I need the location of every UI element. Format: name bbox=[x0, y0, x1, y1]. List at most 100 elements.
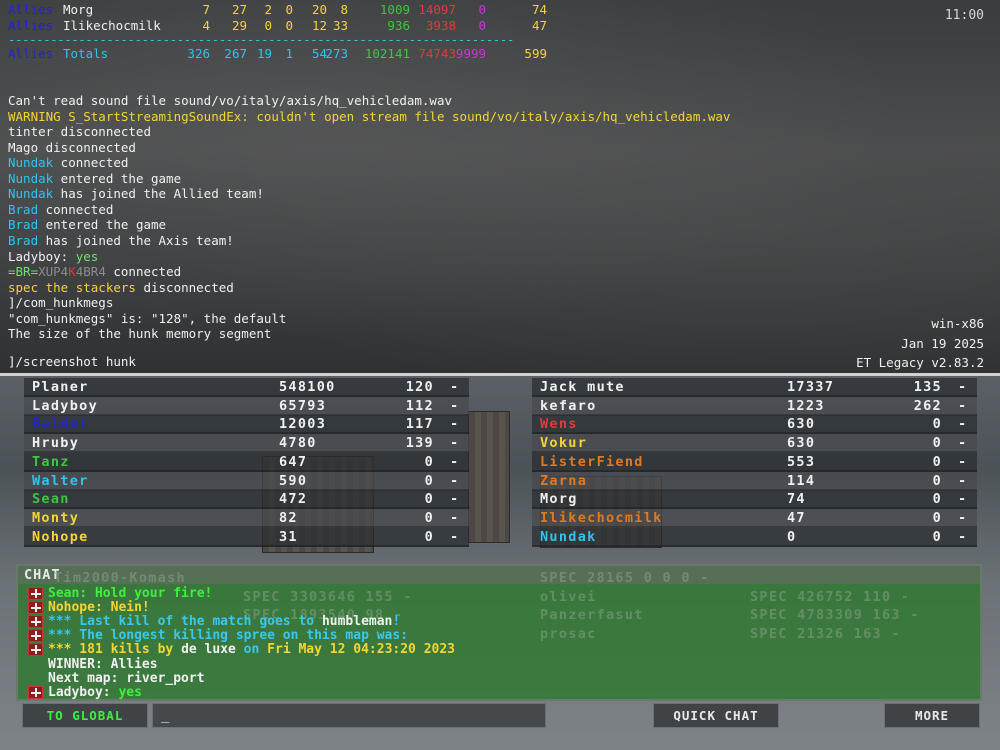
player-status: - bbox=[958, 453, 968, 470]
scoreboard-row[interactable]: Sean 472 0- bbox=[24, 490, 469, 510]
scoreboard-row[interactable]: Tanz 647 0- bbox=[24, 452, 469, 472]
player-score: 1223 bbox=[787, 397, 825, 414]
spectator-ghost-text: Tim2000-Komash bbox=[54, 570, 186, 586]
chat-message: Sean: Hold your fire! bbox=[28, 587, 928, 601]
player-name: Sean bbox=[32, 491, 70, 508]
player-status: - bbox=[958, 416, 968, 433]
scoreboard-row[interactable]: Zarna 114 0- bbox=[532, 471, 977, 491]
player-time: 0 bbox=[424, 453, 434, 470]
stat-cell: 74 bbox=[531, 2, 547, 17]
stat-cell: 0 bbox=[478, 17, 486, 33]
player-score: 17337 bbox=[787, 379, 835, 395]
stat-cell: 267 bbox=[224, 46, 247, 61]
player-name: Ladyboy bbox=[32, 397, 98, 414]
player-score: 65793 bbox=[279, 397, 327, 414]
team-label: Allies bbox=[8, 17, 54, 33]
to-global-button[interactable]: TO GLOBAL bbox=[22, 703, 148, 728]
stat-cell: 1009 bbox=[379, 2, 410, 17]
player-status: - bbox=[450, 379, 460, 395]
player-score: 74 bbox=[787, 491, 806, 508]
player-status: - bbox=[958, 435, 968, 452]
player-score: 590 bbox=[279, 472, 308, 489]
axis-team-icon bbox=[28, 587, 43, 600]
chat-input[interactable]: _ bbox=[152, 703, 546, 728]
player-time: 0 bbox=[932, 435, 942, 452]
scoreboard-row[interactable]: Jack mute 17337 135- bbox=[532, 378, 977, 397]
stat-cell: 0 bbox=[285, 17, 293, 33]
team-label: Allies bbox=[8, 46, 54, 61]
console-line: Brad entered the game bbox=[8, 217, 167, 233]
chat-input-bar: TO GLOBAL _ QUICK CHAT MORE bbox=[16, 701, 982, 731]
player-status: - bbox=[450, 528, 460, 545]
stat-cell: 4 bbox=[202, 17, 210, 33]
player-name: Balder bbox=[32, 416, 89, 433]
team-label: Allies bbox=[8, 2, 54, 17]
player-name: Walter bbox=[32, 472, 89, 489]
player-name: Ilikechocmilk bbox=[540, 509, 663, 526]
version-os: win-x86 bbox=[931, 316, 984, 331]
stat-cell: 0 bbox=[264, 17, 272, 33]
scoreboard-row[interactable]: Monty 82 0- bbox=[24, 508, 469, 528]
scoreboard-row[interactable]: Wens 630 0- bbox=[532, 415, 977, 435]
console-line: Nundak entered the game bbox=[8, 170, 182, 186]
player-status: - bbox=[958, 509, 968, 526]
player-time: 0 bbox=[932, 416, 942, 433]
stat-cell: 1 bbox=[285, 46, 293, 61]
stat-cell: 0 bbox=[285, 2, 293, 17]
console-line: The size of the hunk memory segment bbox=[8, 326, 272, 342]
scoreboard-row[interactable]: Ilikechocmilk 47 0- bbox=[532, 508, 977, 528]
console-line: Nundak has joined the Allied team! bbox=[8, 186, 264, 202]
player-name: Jack mute bbox=[540, 379, 625, 395]
console-line: =BR=XUP4K4BR4 connected bbox=[8, 264, 182, 280]
scoreboard-row[interactable]: Planer 548100 120- bbox=[24, 378, 469, 397]
player-status: - bbox=[450, 453, 460, 470]
scoreboard-row[interactable]: ListerFiend 553 0- bbox=[532, 452, 977, 472]
console-line: Mago disconnected bbox=[8, 139, 136, 155]
player-score: 47 bbox=[787, 509, 806, 526]
scoreboard-row[interactable]: Hruby 4780 139- bbox=[24, 434, 469, 454]
player-name: Monty bbox=[32, 509, 80, 526]
quick-chat-button[interactable]: QUICK CHAT bbox=[653, 703, 779, 728]
player-score: 82 bbox=[279, 509, 298, 526]
player-status: - bbox=[450, 435, 460, 452]
player-score: 12003 bbox=[279, 416, 327, 433]
chat-message: Next map: river_port bbox=[48, 670, 205, 686]
version-date: Jan 19 2025 bbox=[901, 336, 984, 351]
scoreboard-row[interactable]: Walter 590 0- bbox=[24, 471, 469, 491]
chat-panel: CHAT Tim2000-Komash SPEC 28165 0 0 0 - SPE… bbox=[16, 564, 982, 701]
player-time: 0 bbox=[932, 528, 942, 545]
player-score: 553 bbox=[787, 453, 816, 470]
more-button[interactable]: MORE bbox=[884, 703, 980, 728]
scoreboard-row[interactable]: Balder 12003 117- bbox=[24, 415, 469, 435]
stat-cell: 936 bbox=[387, 17, 410, 33]
scoreboard-row[interactable]: Ladyboy 65793 112- bbox=[24, 396, 469, 416]
console-line: Ladyboy: yes bbox=[8, 248, 99, 264]
player-time: 0 bbox=[932, 509, 942, 526]
chat-message: Ladyboy: yes bbox=[28, 685, 928, 700]
scoreboard-row[interactable]: Nundak 0 0- bbox=[532, 527, 977, 547]
stat-cell: 102141 bbox=[364, 46, 410, 61]
console-prompt[interactable]: ]/screenshot hunk bbox=[8, 354, 136, 370]
scoreboard-row[interactable]: Morg 74 0- bbox=[532, 490, 977, 510]
player-time: 0 bbox=[932, 472, 942, 489]
player-time: 139 bbox=[405, 435, 434, 452]
player-score: 0 bbox=[787, 528, 797, 545]
console-panel: 11:00 Allies Morg 7 27 2 0 20 8 1009 14097 0 74 Alli… bbox=[0, 0, 1000, 375]
scoreboard-row[interactable]: Vokur 630 0- bbox=[532, 434, 977, 454]
stat-cell: 47 bbox=[531, 17, 547, 33]
stat-cell: 599 bbox=[524, 46, 547, 61]
player-time: 120 bbox=[405, 379, 434, 395]
separator-line: ----------------------------------------… bbox=[8, 32, 514, 47]
player-score: 4780 bbox=[279, 435, 317, 452]
scoreboard-row[interactable]: kefaro 1223 262- bbox=[532, 396, 977, 416]
player-score: 630 bbox=[787, 435, 816, 452]
stat-cell: 2 bbox=[264, 2, 272, 17]
player-status: - bbox=[958, 397, 968, 414]
scoreboard-row[interactable]: Nohope 31 0- bbox=[24, 527, 469, 547]
player-name: Ilikechocmilk bbox=[63, 17, 161, 33]
player-name: Tanz bbox=[32, 453, 70, 470]
player-time: 0 bbox=[424, 472, 434, 489]
chat-message: Nohope: Nein! bbox=[28, 601, 928, 615]
player-name: Nohope bbox=[32, 528, 89, 545]
stat-cell: 29 bbox=[231, 17, 247, 33]
